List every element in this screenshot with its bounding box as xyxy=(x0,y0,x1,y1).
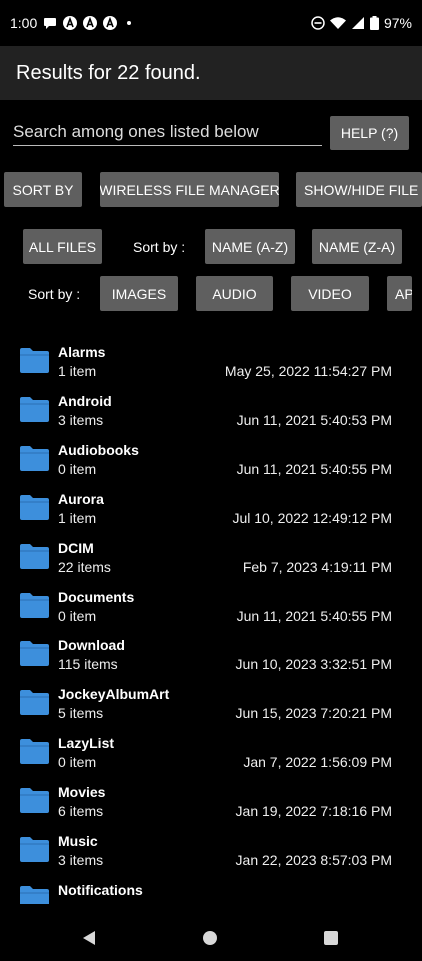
file-modified-date: Jun 10, 2023 3:32:51 PM xyxy=(235,656,392,673)
back-triangle-icon[interactable] xyxy=(82,930,96,951)
file-name: DCIM xyxy=(58,539,94,556)
folder-icon xyxy=(19,346,50,374)
name-a-z-button[interactable]: NAME (A-Z) xyxy=(205,229,295,264)
wifi-icon xyxy=(329,16,346,30)
file-item-count: 0 item xyxy=(58,754,97,771)
file-name: Documents xyxy=(58,588,135,605)
file-row[interactable]: Notifications0 itemJun 11, 2021 5:40:55 … xyxy=(0,872,422,904)
name-z-a-button[interactable]: NAME (Z-A) xyxy=(312,229,402,264)
file-item-count: 0 item xyxy=(58,607,97,624)
file-row[interactable]: Android 3 items Jun 11, 2021 5:40:53 PM xyxy=(0,383,422,432)
file-row[interactable]: Music 3 items Jan 22, 2023 8:57:03 PM xyxy=(0,823,422,872)
file-item-count: 5 items xyxy=(58,705,104,722)
file-item-count: 22 items xyxy=(58,558,111,575)
home-circle-icon[interactable] xyxy=(203,931,217,945)
wireless-file-manager-button[interactable]: WIRELESS FILE MANAGER xyxy=(100,172,279,207)
folder-icon xyxy=(19,737,50,765)
folder-icon xyxy=(19,493,50,521)
folder-icon xyxy=(19,884,50,904)
battery-percent: 97% xyxy=(383,15,412,31)
search-input[interactable] xyxy=(13,118,322,146)
sort-by-button[interactable]: SORT BY xyxy=(4,172,82,207)
recents-square-icon[interactable] xyxy=(324,931,338,945)
sort-by-label: Sort by : xyxy=(133,239,186,255)
apps-filter-button[interactable]: AP xyxy=(387,276,412,311)
file-modified-date: Jan 7, 2022 1:56:09 PM xyxy=(243,754,392,771)
file-row[interactable]: Movies 6 items Jan 19, 2022 7:18:16 PM xyxy=(0,774,422,823)
folder-icon xyxy=(19,639,50,667)
show-hide-file-button[interactable]: SHOW/HIDE FILE IN xyxy=(296,172,422,207)
file-item-count: 115 items xyxy=(58,656,118,673)
page-title: Results for 22 found. xyxy=(16,61,201,84)
folder-icon xyxy=(19,395,50,423)
file-name: Music xyxy=(58,833,98,849)
file-item-count: 0 item xyxy=(58,460,97,477)
file-row[interactable]: DCIM 22 items Feb 7, 2023 4:19:11 PM xyxy=(0,530,422,579)
video-filter-button[interactable]: VIDEO xyxy=(291,276,369,311)
sort-by-type-label: Sort by : xyxy=(28,286,81,302)
file-row[interactable]: Aurora 1 item Jul 10, 2022 12:49:12 PM xyxy=(0,481,422,530)
file-item-count: 3 items xyxy=(58,411,104,428)
file-modified-date: May 25, 2022 11:54:27 PM xyxy=(224,363,392,379)
folder-icon xyxy=(19,444,50,472)
file-row[interactable]: LazyList 0 item Jan 7, 2022 1:56:09 PM xyxy=(0,725,422,774)
file-modified-date: Jul 10, 2022 12:49:12 PM xyxy=(232,509,392,526)
file-modified-date: Jun 11, 2021 5:40:53 PM xyxy=(236,411,392,428)
file-name: LazyList xyxy=(58,735,115,752)
cell-signal-icon xyxy=(351,16,365,30)
file-row[interactable]: Download 115 items Jun 10, 2023 3:32:51 PM xyxy=(0,627,422,676)
file-modified-date: Jun 15, 2023 7:20:21 PM xyxy=(235,705,392,722)
status-time: 1:00 xyxy=(10,15,38,31)
assistant-a-icon xyxy=(83,16,98,30)
audio-filter-button[interactable]: AUDIO xyxy=(196,276,273,311)
file-item-count: 1 item xyxy=(58,509,97,526)
do-not-disturb-icon xyxy=(311,16,325,30)
chat-bubble-icon xyxy=(43,16,57,30)
notification-dot-icon xyxy=(127,21,132,25)
file-row[interactable]: Alarms 1 item May 25, 2022 11:54:27 PM xyxy=(0,334,422,383)
results-header: Results for 22 found. xyxy=(0,46,422,100)
battery-icon xyxy=(369,16,379,30)
file-name: Android xyxy=(58,392,112,409)
file-name: Download xyxy=(58,637,125,654)
file-name: Notifications xyxy=(58,881,143,898)
folder-icon xyxy=(19,542,50,570)
assistant-a-icon xyxy=(103,16,118,30)
file-name: Aurora xyxy=(58,490,104,507)
file-row[interactable]: Audiobooks 0 item Jun 11, 2021 5:40:55 PM xyxy=(0,432,422,481)
assistant-a-icon xyxy=(63,16,78,30)
folder-icon xyxy=(19,835,50,863)
help-button[interactable]: HELP (?) xyxy=(330,116,409,150)
file-name: Audiobooks xyxy=(58,441,139,458)
file-modified-date: Jun 11, 2021 5:40:55 PM xyxy=(236,607,392,624)
images-filter-button[interactable]: IMAGES xyxy=(100,276,178,311)
folder-icon xyxy=(19,688,50,716)
file-row[interactable]: JockeyAlbumArt 5 items Jun 15, 2023 7:20:2… xyxy=(0,676,422,725)
file-name: JockeyAlbumArt xyxy=(58,686,170,703)
file-name: Movies xyxy=(58,784,106,801)
folder-icon xyxy=(19,786,50,814)
file-row[interactable]: Documents 0 item Jun 11, 2021 5:40:55 PM xyxy=(0,579,422,628)
file-modified-date: Jan 19, 2022 7:18:16 PM xyxy=(235,803,392,820)
file-item-count: 1 item xyxy=(58,363,97,379)
file-modified-date: Jun 11, 2021 5:40:55 PM xyxy=(236,460,392,477)
folder-icon xyxy=(19,591,50,619)
file-item-count: 3 items xyxy=(58,852,104,868)
file-item-count: 6 items xyxy=(58,803,104,820)
file-list: Alarms 1 item May 25, 2022 11:54:27 PM Andr… xyxy=(0,334,422,904)
status-bar: 1:00 97% xyxy=(0,0,422,46)
file-name: Alarms xyxy=(58,344,106,360)
all-files-button[interactable]: ALL FILES xyxy=(23,229,102,264)
file-modified-date: Jan 22, 2023 8:57:03 PM xyxy=(235,852,392,868)
file-modified-date: Feb 7, 2023 4:19:11 PM xyxy=(242,558,392,575)
